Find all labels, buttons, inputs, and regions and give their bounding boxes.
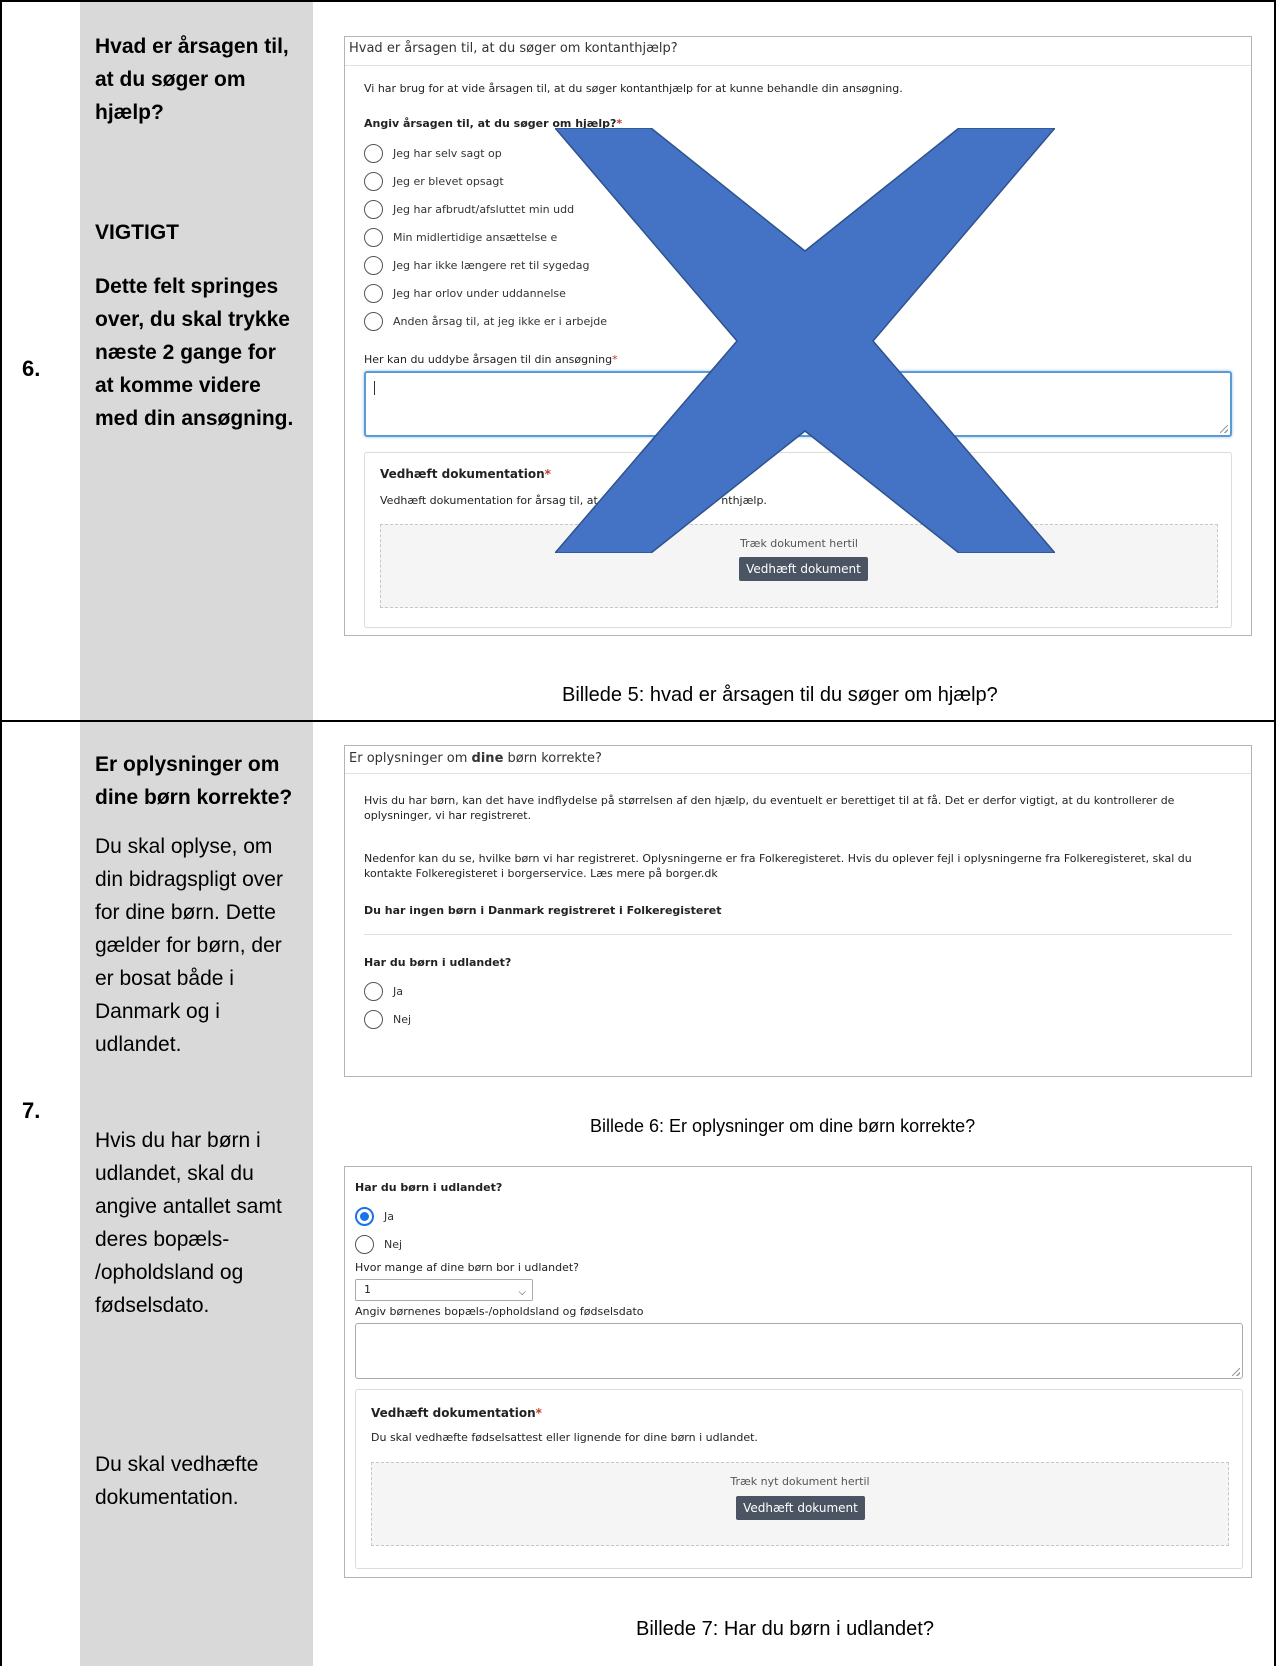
para-line: deres bopæls- [95, 1228, 230, 1251]
radio-option[interactable] [364, 172, 383, 191]
radio-yes-selected[interactable] [355, 1207, 374, 1226]
caption-7: Billede 7: Har du børn i udlandet? [636, 1618, 934, 1640]
option-label: Jeg har afbrudt/afsluttet min udd [393, 203, 575, 216]
cross-out-icon [555, 128, 1055, 553]
radio-no-label: Nej [393, 1013, 412, 1026]
para-line: Danmark og i [95, 1000, 220, 1023]
caption-5: Billede 5: hvad er årsagen til du søger … [562, 684, 998, 706]
para-line: /opholdsland og [95, 1261, 244, 1284]
para-line: Hvis du har børn i [95, 1129, 261, 1152]
attach-document-button[interactable]: Vedhæft dokument [739, 557, 868, 581]
instructions-para-1: Du skal oplyse, om din bidragspligt over… [95, 830, 300, 1061]
radio-no[interactable] [355, 1235, 374, 1254]
option-label: Jeg har selv sagt op [393, 147, 502, 160]
radio-yes-label: Ja [384, 1210, 394, 1223]
para-line: er bosat både i [95, 967, 234, 990]
required-mark: * [544, 467, 551, 481]
attach-document-button[interactable]: Vedhæft dokument [736, 1496, 865, 1520]
attachment-panel: Vedhæft dokumentation* Du skal vedhæfte … [355, 1389, 1243, 1569]
count-label: Hvor mange af dine børn bor i udlandet? [355, 1261, 580, 1274]
step-6-heading: Hvad er årsagen til, at du søger om hjæl… [95, 30, 300, 129]
note-line: næste 2 gange for [95, 341, 276, 364]
screenshot-abroad: Har du børn i udlandet? Ja Nej Hvor mang… [344, 1166, 1252, 1578]
intro-text: Vi har brug for at vide årsagen til, at … [364, 82, 903, 95]
step-number-6: 6. [22, 356, 41, 381]
radio-option[interactable] [364, 312, 383, 331]
radio-yes-label: Ja [393, 985, 403, 998]
radio-no[interactable] [364, 1010, 383, 1029]
divider [345, 773, 1251, 774]
country-birthdate-textarea[interactable] [355, 1323, 1243, 1379]
instructions-para-2: Hvis du har børn i udlandet, skal du ang… [95, 1124, 300, 1322]
radio-no-label: Nej [384, 1238, 403, 1251]
chevron-down-icon: ⌵ [518, 1287, 526, 1298]
attachment-text: Du skal vedhæfte fødselsattest eller lig… [371, 1431, 758, 1444]
divider [364, 934, 1232, 935]
para-line: udlandet, skal du [95, 1162, 254, 1185]
children-count-select[interactable]: 1 ⌵ [355, 1279, 533, 1301]
caption-6: Billede 6: Er oplysninger om dine børn k… [590, 1116, 976, 1136]
registry-line: kontakte Folkeregisteret i borgerservice… [364, 867, 718, 880]
cross-shape [555, 128, 1055, 553]
form-title: Er oplysninger om dine børn korrekte? [349, 751, 602, 766]
para-line: udlandet. [95, 1033, 182, 1056]
option-label: Jeg er blevet opsagt [393, 175, 504, 188]
step-number-7: 7. [22, 1098, 41, 1123]
heading-line: hjælp? [95, 101, 164, 124]
resize-grip-icon[interactable] [1220, 425, 1228, 433]
no-children-text: Du har ingen børn i Danmark registreret … [364, 904, 722, 917]
para-line: for dine børn. Dette [95, 901, 276, 924]
intro-line: Hvis du har børn, kan det have indflydel… [364, 794, 1175, 807]
attachment-title: Vedhæft dokumentation* [371, 1406, 542, 1420]
title-text: Vedhæft dokumentation [371, 1406, 536, 1420]
country-label: Angiv børnenes bopæls-/opholdsland og fø… [355, 1305, 644, 1318]
para-line: Du skal vedhæfte [95, 1453, 259, 1476]
radio-option[interactable] [364, 284, 383, 303]
title-text: Vedhæft dokumentation [380, 467, 545, 481]
resize-grip-icon[interactable] [1232, 1368, 1240, 1376]
note-line: Dette felt springes [95, 275, 279, 298]
select-value: 1 [364, 1283, 371, 1296]
drop-zone[interactable]: Træk nyt dokument hertil Vedhæft dokumen… [371, 1462, 1229, 1546]
drop-text: Træk nyt dokument hertil [730, 1475, 870, 1488]
radio-yes[interactable] [364, 982, 383, 1001]
title-part: Er oplysninger om [349, 751, 472, 766]
registry-line: Nedenfor kan du se, hvilke børn vi har r… [364, 852, 1192, 865]
heading-line: Er oplysninger om [95, 753, 280, 776]
heading-line: Hvad er årsagen til, [95, 35, 289, 58]
form-title: Hvad er årsagen til, at du søger om kont… [349, 41, 678, 56]
heading-line: dine børn korrekte? [95, 786, 293, 809]
para-line: dokumentation. [95, 1486, 239, 1509]
abroad-question: Har du børn i udlandet? [364, 956, 512, 969]
note-line: over, du skal trykke [95, 308, 290, 331]
divider [345, 65, 1251, 66]
step-7-heading: Er oplysninger om dine børn korrekte? [95, 748, 300, 814]
note-line: med din ansøgning. [95, 407, 294, 430]
instructions-para-3: Du skal vedhæfte dokumentation. [95, 1448, 300, 1514]
title-part: børn korrekte? [503, 751, 602, 766]
attachment-title: Vedhæft dokumentation* [380, 467, 551, 481]
radio-option[interactable] [364, 200, 383, 219]
radio-option[interactable] [364, 256, 383, 275]
option-label: Jeg har orlov under uddannelse [393, 287, 566, 300]
intro-line: oplysninger, vi har registreret. [364, 809, 532, 822]
text-caret [374, 381, 375, 395]
para-line: fødselsdato. [95, 1294, 210, 1317]
radio-option[interactable] [364, 144, 383, 163]
para-line: gælder for børn, der [95, 934, 282, 957]
screenshot-children: Er oplysninger om dine børn korrekte? Hv… [344, 745, 1252, 1077]
radio-option[interactable] [364, 228, 383, 247]
para-line: angive antallet samt [95, 1195, 282, 1218]
option-label: Min midlertidige ansættelse e [393, 231, 558, 244]
para-line: Du skal oplyse, om [95, 835, 273, 858]
skip-note: Dette felt springes over, du skal trykke… [95, 270, 300, 435]
abroad-question: Har du børn i udlandet? [355, 1181, 503, 1194]
heading-line: at du søger om [95, 68, 246, 91]
important-label: VIGTIGT [95, 221, 179, 244]
para-line: din bidragspligt over [95, 868, 283, 891]
required-mark: * [535, 1406, 542, 1420]
title-part: dine [471, 751, 504, 766]
note-line: at komme videre [95, 374, 261, 397]
